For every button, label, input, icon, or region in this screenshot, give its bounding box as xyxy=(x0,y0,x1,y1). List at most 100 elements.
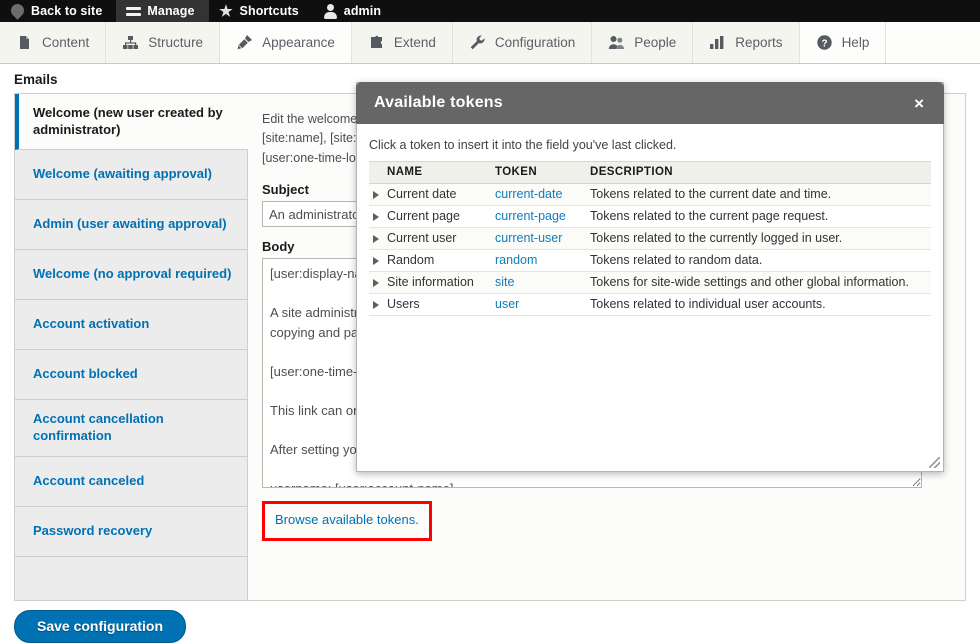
browse-available-tokens-link[interactable]: Browse available tokens. xyxy=(275,512,419,527)
menu-item-help[interactable]: ? Help xyxy=(799,22,887,63)
vertical-tab-label: Password recovery xyxy=(33,522,153,538)
token-cell[interactable]: current-date xyxy=(491,183,586,206)
token-cell[interactable]: current-user xyxy=(491,227,586,250)
table-row[interactable]: Current page current-page Tokens related… xyxy=(369,205,931,228)
vertical-tab-label: Account activation xyxy=(33,316,150,332)
dialog-titlebar[interactable]: Available tokens × xyxy=(356,82,944,124)
menu-item-configuration[interactable]: Configuration xyxy=(452,22,593,63)
menu-item-label: Configuration xyxy=(494,35,576,50)
token-description: Tokens for site-wide settings and other … xyxy=(586,271,931,294)
vertical-tab-account-blocked[interactable]: Account blocked xyxy=(15,350,247,401)
vertical-tab-password-recovery[interactable]: Password recovery xyxy=(15,507,247,557)
menu-bar-spacer xyxy=(886,22,980,63)
browse-tokens-highlight: Browse available tokens. xyxy=(262,501,432,542)
vertical-tab-label: Admin (user awaiting approval) xyxy=(33,216,227,232)
dialog-hint: Click a token to insert it into the fiel… xyxy=(369,138,677,152)
expand-triangle-icon[interactable] xyxy=(373,278,379,287)
token-group-name[interactable]: Users xyxy=(369,293,491,316)
toolbar-item-label: Back to site xyxy=(31,4,103,18)
token-link[interactable]: current-page xyxy=(495,209,566,223)
token-link[interactable]: site xyxy=(495,275,514,289)
expand-triangle-icon[interactable] xyxy=(373,212,379,221)
vertical-tab-label: Account canceled xyxy=(33,472,145,488)
table-row[interactable]: Current date current-date Tokens related… xyxy=(369,183,931,206)
vertical-tab-label: Welcome (no approval required) xyxy=(33,266,232,282)
page-title: Emails xyxy=(14,72,58,87)
token-link[interactable]: current-user xyxy=(495,231,562,245)
menu-item-label: People xyxy=(634,35,677,50)
token-description: Tokens related to individual user accoun… xyxy=(586,293,931,316)
toolbar-item-manage[interactable]: Manage xyxy=(116,0,209,22)
menu-item-content[interactable]: Content xyxy=(0,22,107,63)
toolbar-item-label: Manage xyxy=(147,4,195,18)
vertical-tab-label: Welcome (awaiting approval) xyxy=(33,166,212,182)
token-group-name[interactable]: Current page xyxy=(369,205,491,228)
menu-item-people[interactable]: People xyxy=(592,22,694,63)
paintbrush-icon xyxy=(236,34,253,51)
sitemap-icon xyxy=(122,34,139,51)
token-group-name[interactable]: Current user xyxy=(369,227,491,250)
menu-item-label: Appearance xyxy=(262,35,335,50)
person-icon xyxy=(323,3,338,19)
vertical-tab-welcome-no-approval-required[interactable]: Welcome (no approval required) xyxy=(15,250,247,301)
puzzle-icon xyxy=(368,34,385,51)
dialog-resize-handle[interactable] xyxy=(929,457,940,468)
vertical-tab-label: Account cancellation confirmation xyxy=(33,411,164,443)
token-cell[interactable]: site xyxy=(491,271,586,294)
token-description: Tokens related to random data. xyxy=(586,249,931,272)
expand-triangle-icon[interactable] xyxy=(373,234,379,243)
toolbar-item-shortcuts[interactable]: ★ Shortcuts xyxy=(209,0,313,22)
table-row[interactable]: Random random Tokens related to random d… xyxy=(369,249,931,272)
people-icon xyxy=(608,34,625,51)
vertical-tab-account-activation[interactable]: Account activation xyxy=(15,300,247,351)
vertical-tabs-list: Welcome (new user created by administrat… xyxy=(15,94,248,600)
token-cell[interactable]: user xyxy=(491,293,586,316)
token-link[interactable]: current-date xyxy=(495,187,562,201)
vertical-tab-account-canceled[interactable]: Account canceled xyxy=(15,457,247,507)
toolbar-item-back-to-site[interactable]: Back to site xyxy=(0,0,116,22)
token-group-name[interactable]: Current date xyxy=(369,183,491,206)
token-group-name[interactable]: Random xyxy=(369,249,491,272)
menu-item-structure[interactable]: Structure xyxy=(106,22,221,63)
menu-item-reports[interactable]: Reports xyxy=(693,22,800,63)
star-icon: ★ xyxy=(219,2,233,20)
admin-menu-bar: Content Structure Appearance Extend Conf… xyxy=(0,22,980,64)
save-configuration-button[interactable]: Save configuration xyxy=(14,610,187,643)
expand-triangle-icon[interactable] xyxy=(373,190,379,199)
toolbar-item-admin[interactable]: admin xyxy=(313,0,395,22)
token-group-label: Random xyxy=(387,253,435,267)
vertical-tab-label: Account blocked xyxy=(33,366,138,382)
token-link[interactable]: random xyxy=(495,253,537,267)
table-row[interactable]: Current user current-user Tokens related… xyxy=(369,227,931,250)
question-circle-icon: ? xyxy=(816,34,833,51)
vertical-tab-welcome-awaiting-approval[interactable]: Welcome (awaiting approval) xyxy=(15,150,247,201)
token-group-name[interactable]: Site information xyxy=(369,271,491,294)
dialog-body: Click a token to insert it into the fiel… xyxy=(357,124,943,471)
token-cell[interactable]: current-page xyxy=(491,205,586,228)
expand-triangle-icon[interactable] xyxy=(373,256,379,265)
vertical-tab-admin-user-awaiting-approval[interactable]: Admin (user awaiting approval) xyxy=(15,200,247,251)
bar-chart-icon xyxy=(709,34,726,51)
token-description: Tokens related to the currently logged i… xyxy=(586,227,931,250)
dialog-title: Available tokens xyxy=(374,94,503,111)
token-group-label: Site information xyxy=(387,275,474,289)
token-group-label: Current page xyxy=(387,209,460,223)
table-row[interactable]: Users user Tokens related to individual … xyxy=(369,293,931,316)
table-row[interactable]: Site information site Tokens for site-wi… xyxy=(369,271,931,294)
tokens-table-header-row: NAME TOKEN DESCRIPTION xyxy=(369,161,931,184)
file-icon xyxy=(16,34,33,51)
menu-item-appearance[interactable]: Appearance xyxy=(220,22,352,63)
menu-item-label: Content xyxy=(42,35,90,50)
close-icon[interactable]: × xyxy=(910,93,928,114)
expand-triangle-icon[interactable] xyxy=(373,300,379,309)
token-description: Tokens related to the current page reque… xyxy=(586,205,931,228)
menu-item-extend[interactable]: Extend xyxy=(351,22,453,63)
vertical-tab-welcome-admin-created[interactable]: Welcome (new user created by administrat… xyxy=(15,94,248,151)
token-description: Tokens related to the current date and t… xyxy=(586,183,931,206)
menu-item-label: Structure xyxy=(148,35,204,50)
token-group-label: Users xyxy=(387,297,420,311)
vertical-tab-account-cancellation-confirmation[interactable]: Account cancellation confirmation xyxy=(15,400,247,457)
token-link[interactable]: user xyxy=(495,297,519,311)
token-cell[interactable]: random xyxy=(491,249,586,272)
toolbar-item-label: Shortcuts xyxy=(239,4,299,18)
